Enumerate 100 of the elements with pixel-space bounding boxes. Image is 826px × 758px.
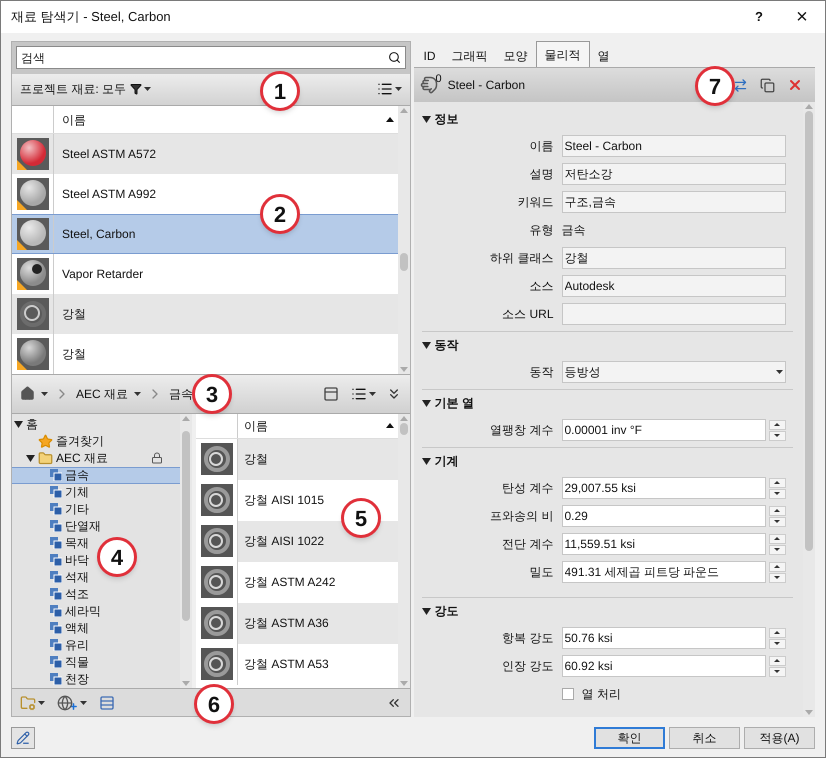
expanded-triangle-icon[interactable]: [422, 456, 430, 466]
delete-icon[interactable]: [787, 77, 803, 93]
checkbox[interactable]: [562, 688, 574, 700]
folder-icon: [38, 450, 53, 466]
spin-buttons[interactable]: [768, 656, 786, 676]
material-row[interactable]: 강철: [12, 294, 398, 334]
close-button[interactable]: ×: [779, 1, 825, 33]
expanded-triangle-icon[interactable]: [26, 454, 35, 463]
scroll-thumb[interactable]: [182, 430, 190, 621]
expanded-triangle-icon[interactable]: [422, 606, 430, 616]
tree-item[interactable]: 석조: [12, 586, 89, 603]
number-field[interactable]: 50.76 ksi: [562, 627, 766, 649]
tree-item[interactable]: AEC 재료: [12, 450, 164, 467]
expanded-triangle-icon[interactable]: [422, 398, 430, 408]
material-row[interactable]: 강철 ASTM A36: [196, 602, 398, 644]
tree-item[interactable]: 단열재: [12, 518, 101, 535]
swap-icon[interactable]: [733, 78, 748, 92]
scrollbar[interactable]: [398, 106, 410, 374]
number-field[interactable]: 11,559.51 ksi: [562, 533, 766, 555]
tab[interactable]: 열: [590, 45, 618, 67]
expanded-triangle-icon[interactable]: [422, 114, 430, 124]
text-field[interactable]: Autodesk: [562, 275, 786, 297]
breadcrumb-item[interactable]: AEC 재료: [76, 384, 128, 403]
number-field[interactable]: 60.92 ksi: [562, 655, 766, 677]
material-thumbnail: [200, 648, 232, 680]
dialog-button[interactable]: 적용(A): [744, 727, 815, 749]
tab[interactable]: ID: [416, 45, 444, 67]
create-material-button[interactable]: [57, 694, 87, 712]
field-value: 금속: [562, 222, 586, 239]
tree-item[interactable]: 홈: [12, 416, 38, 433]
search-field[interactable]: 검색: [16, 46, 406, 70]
lock-icon: [151, 452, 164, 464]
globe-plus-icon: [57, 694, 73, 711]
dropdown-field[interactable]: 등방성: [562, 361, 786, 383]
section-header[interactable]: 기계: [422, 448, 793, 474]
field-label: 소스 URL: [502, 307, 554, 321]
material-row[interactable]: 강철: [196, 438, 398, 480]
section-header[interactable]: 동작: [422, 332, 793, 358]
tab[interactable]: 모양: [496, 45, 536, 67]
expanded-triangle-icon[interactable]: [14, 420, 23, 429]
tree-item[interactable]: 유리: [12, 636, 89, 654]
view-options-button[interactable]: [376, 81, 402, 98]
number-field[interactable]: 0.00001 inv °F: [562, 419, 766, 441]
material-row[interactable]: Steel ASTM A572: [12, 134, 398, 174]
tree-item[interactable]: 금속: [12, 466, 180, 484]
tree-item[interactable]: 천장: [12, 670, 89, 688]
tree-item[interactable]: 세라믹: [12, 602, 101, 620]
panel-icon[interactable]: [322, 386, 338, 402]
scroll-thumb[interactable]: [400, 253, 408, 272]
tab[interactable]: 물리적: [536, 41, 590, 67]
scrollbar[interactable]: [398, 414, 410, 688]
scroll-thumb[interactable]: [805, 111, 813, 551]
breadcrumb-item[interactable]: 금속: [169, 384, 194, 403]
home-icon: [20, 386, 35, 402]
help-button[interactable]: ?: [739, 1, 779, 33]
tree-item[interactable]: 석재: [12, 568, 89, 586]
tree-item[interactable]: 액체: [12, 620, 89, 637]
spin-buttons[interactable]: [768, 478, 786, 498]
tab[interactable]: 그래픽: [444, 45, 496, 67]
view-options-button[interactable]: [350, 386, 376, 402]
filter-button[interactable]: [130, 83, 152, 96]
dialog-button[interactable]: 취소: [669, 727, 740, 749]
dialog-button[interactable]: 확인: [594, 727, 665, 749]
stacked-squares-icon: [50, 520, 62, 532]
tree-item[interactable]: 기체: [12, 484, 89, 501]
text-field[interactable]: 저탄소강: [562, 163, 786, 185]
section-header[interactable]: 기본 열: [422, 390, 793, 416]
spin-buttons[interactable]: [768, 534, 786, 554]
tree-item[interactable]: 즐겨찾기: [12, 432, 104, 450]
tree-item[interactable]: 바닥: [12, 552, 89, 569]
tree-item[interactable]: 직물: [12, 654, 89, 671]
spin-buttons[interactable]: [768, 562, 786, 582]
library-button[interactable]: [20, 694, 45, 711]
stacked-squares-icon: [50, 622, 62, 634]
caret-icon: [144, 87, 152, 92]
section-header[interactable]: 정보: [422, 106, 793, 132]
spin-buttons[interactable]: [768, 628, 786, 648]
caret-icon: [80, 700, 87, 705]
number-field[interactable]: 0.29: [562, 505, 766, 527]
field-label: 밀도: [530, 565, 554, 579]
section-header[interactable]: 강도: [422, 598, 793, 624]
text-field[interactable]: Steel - Carbon: [562, 135, 786, 157]
scrollbar[interactable]: [180, 414, 192, 688]
search-icon[interactable]: [388, 51, 400, 64]
tree-item[interactable]: 목재: [12, 534, 89, 552]
spin-buttons[interactable]: [768, 420, 786, 440]
scroll-thumb[interactable]: [400, 422, 408, 435]
edit-button[interactable]: [11, 727, 35, 749]
home-button[interactable]: [20, 386, 48, 402]
spin-buttons[interactable]: [768, 506, 786, 526]
text-field[interactable]: [562, 303, 786, 325]
scrollbar[interactable]: [803, 102, 815, 717]
text-field[interactable]: 강철: [562, 247, 786, 269]
tree-item[interactable]: 기타: [12, 500, 89, 518]
number-field[interactable]: 491.31 세제곱 피트당 파운드: [562, 561, 766, 583]
expanded-triangle-icon[interactable]: [422, 340, 430, 350]
panel-rows-icon[interactable]: [99, 694, 115, 711]
text-field[interactable]: 구조,금속: [562, 191, 786, 213]
number-field[interactable]: 29,007.55 ksi: [562, 477, 766, 499]
duplicate-icon[interactable]: [760, 78, 775, 92]
